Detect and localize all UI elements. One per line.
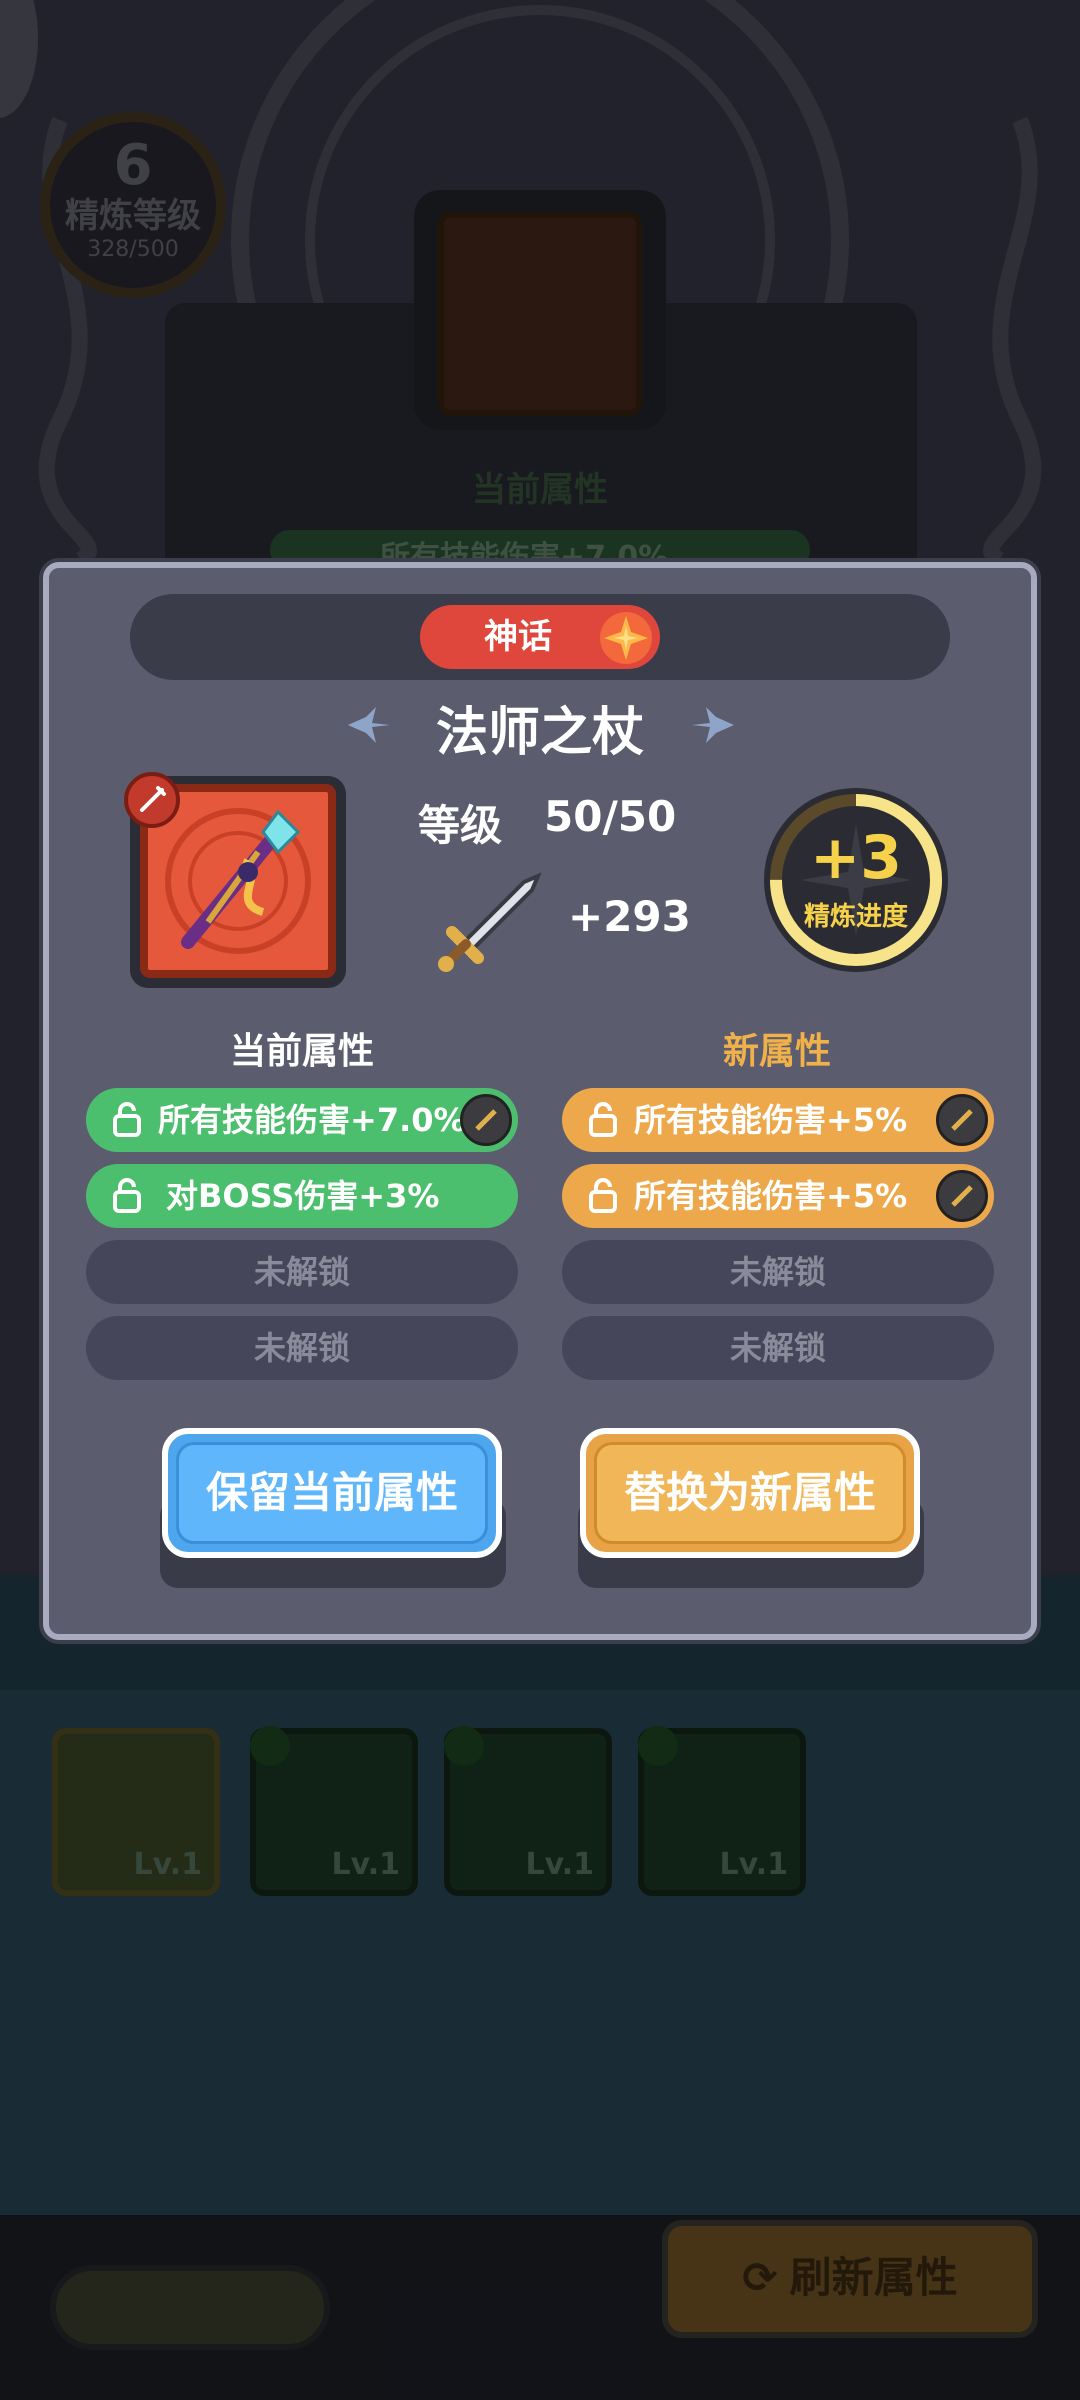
- lock-open-icon: [589, 1102, 617, 1137]
- current-attr-row-locked: 未解锁: [86, 1240, 518, 1304]
- current-attr-row: 对BOSS伤害+3%: [86, 1164, 518, 1228]
- new-attr-row: 所有技能伤害+5%: [562, 1164, 994, 1228]
- attr-text: 所有技能伤害+7.0%: [158, 1101, 466, 1139]
- attr-text: 未解锁: [253, 1253, 350, 1291]
- keep-current-attributes-button[interactable]: 保留当前属性: [162, 1428, 502, 1558]
- current-attr-row: 所有技能伤害+7.0%: [86, 1088, 518, 1152]
- new-attr-row-locked: 未解锁: [562, 1240, 994, 1304]
- rarity-star-icon: [600, 612, 652, 664]
- replace-button-label: 替换为新属性: [623, 1468, 876, 1517]
- refine-progress-value: +3: [809, 823, 903, 893]
- new-attr-row: 所有技能伤害+5%: [562, 1088, 994, 1152]
- weapon-attr-icon: [936, 1094, 988, 1146]
- power-bonus: +293: [568, 892, 691, 941]
- replace-with-new-attributes-button[interactable]: 替换为新属性: [580, 1428, 920, 1558]
- keep-button-label: 保留当前属性: [205, 1468, 458, 1517]
- attr-text: 未解锁: [253, 1329, 350, 1367]
- sword-icon: [438, 872, 542, 972]
- level-label: 等级: [418, 801, 503, 850]
- new-attributes-title: 新属性: [722, 1031, 831, 1072]
- new-attr-row-locked: 未解锁: [562, 1316, 994, 1380]
- current-attributes-title: 当前属性: [229, 1031, 374, 1072]
- attr-text: 所有技能伤害+5%: [634, 1101, 908, 1139]
- attr-text: 所有技能伤害+5%: [634, 1177, 908, 1215]
- lock-open-icon: [589, 1178, 617, 1213]
- weapon-attr-icon: [460, 1094, 512, 1146]
- title-ornament-right-icon: [692, 707, 734, 743]
- weapon-attr-icon: [936, 1170, 988, 1222]
- attr-text: 未解锁: [729, 1253, 826, 1291]
- attr-text: 未解锁: [729, 1329, 826, 1367]
- current-attr-row-locked: 未解锁: [86, 1316, 518, 1380]
- lock-open-icon: [113, 1102, 141, 1137]
- lock-open-icon: [113, 1178, 141, 1213]
- level-value: 50/50: [544, 792, 677, 841]
- rarity-label: 神话: [484, 617, 552, 657]
- refine-progress-label: 精炼进度: [803, 902, 908, 932]
- attr-text: 对BOSS伤害+3%: [166, 1177, 440, 1215]
- item-name: 法师之杖: [435, 703, 644, 763]
- weapon-type-badge-icon: [124, 772, 180, 828]
